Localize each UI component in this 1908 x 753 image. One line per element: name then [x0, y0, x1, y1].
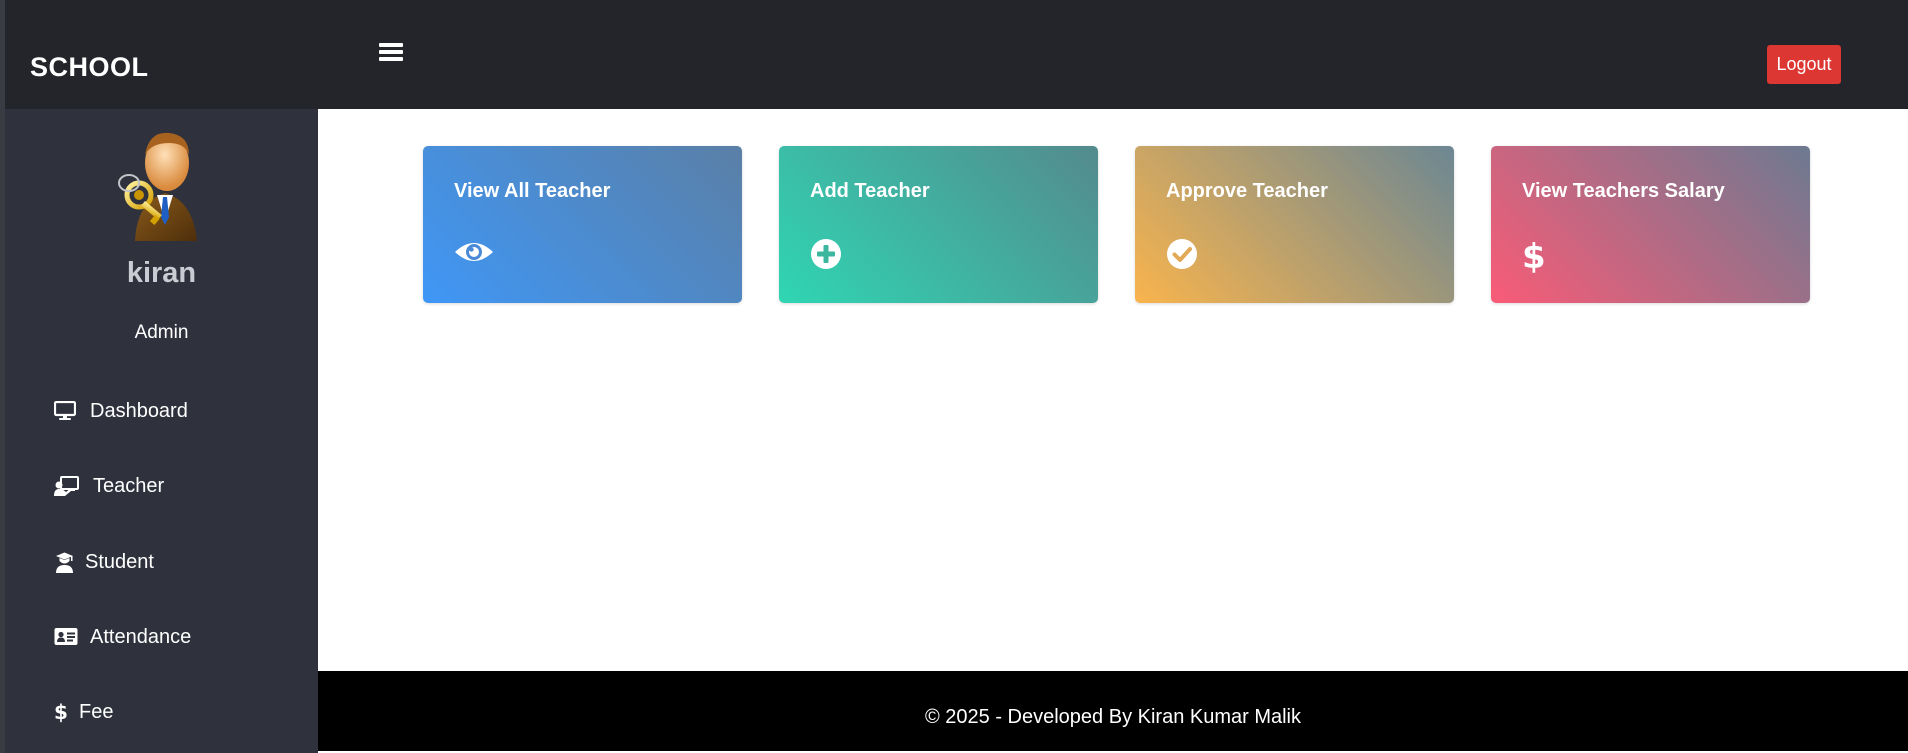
sidebar-item-label: Dashboard	[90, 400, 188, 422]
sidebar-item-teacher[interactable]: Teacher	[5, 465, 318, 509]
dollar-icon: $	[1522, 237, 1546, 279]
card-title: View Teachers Salary	[1522, 180, 1725, 202]
app-frame: SCHOOL Logout kiran Admin Dashboard Teac…	[0, 0, 1908, 753]
graduate-icon	[55, 552, 74, 578]
sidebar-item-label: Teacher	[93, 475, 165, 497]
chalkboard-teacher-icon	[54, 476, 79, 502]
sidebar-item-student[interactable]: Student	[5, 541, 318, 585]
sidebar-item-attendance[interactable]: Attendance	[5, 616, 318, 660]
id-card-icon	[54, 627, 78, 651]
check-circle-icon	[1166, 238, 1198, 275]
top-navbar: SCHOOL Logout	[5, 0, 1908, 109]
card-title: Approve Teacher	[1166, 180, 1328, 202]
logout-button[interactable]: Logout	[1767, 45, 1841, 84]
avatar	[115, 121, 215, 246]
plus-circle-icon	[810, 238, 842, 275]
footer-copyright: © 2025 - Developed By Kiran Kumar Malik	[924, 706, 1301, 728]
footer: © 2025 - Developed By Kiran Kumar Malik	[318, 671, 1908, 751]
card-view-teachers-salary[interactable]: View Teachers Salary $	[1491, 146, 1810, 303]
sidebar-item-label: Student	[85, 551, 154, 573]
sidebar: kiran Admin Dashboard Teacher Student At…	[5, 109, 318, 753]
card-view-all-teacher[interactable]: View All Teacher	[423, 146, 742, 303]
brand-logo[interactable]: SCHOOL	[30, 52, 149, 83]
svg-text:$: $	[1522, 238, 1546, 274]
sidebar-item-label: Attendance	[90, 626, 192, 648]
card-approve-teacher[interactable]: Approve Teacher	[1135, 146, 1454, 303]
svg-text:$: $	[54, 701, 67, 723]
card-add-teacher[interactable]: Add Teacher	[779, 146, 1098, 303]
eye-icon	[454, 238, 494, 271]
menu-toggle-icon[interactable]	[379, 40, 407, 64]
card-title: View All Teacher	[454, 180, 611, 202]
monitor-icon	[53, 400, 77, 426]
user-name: kiran	[126, 257, 197, 289]
dollar-icon: $	[54, 700, 68, 728]
sidebar-item-label: Fee	[79, 701, 114, 723]
sidebar-item-fee[interactable]: $ Fee	[5, 691, 318, 735]
user-role: Admin	[134, 322, 189, 343]
sidebar-item-dashboard[interactable]: Dashboard	[5, 390, 318, 434]
card-title: Add Teacher	[810, 180, 930, 202]
